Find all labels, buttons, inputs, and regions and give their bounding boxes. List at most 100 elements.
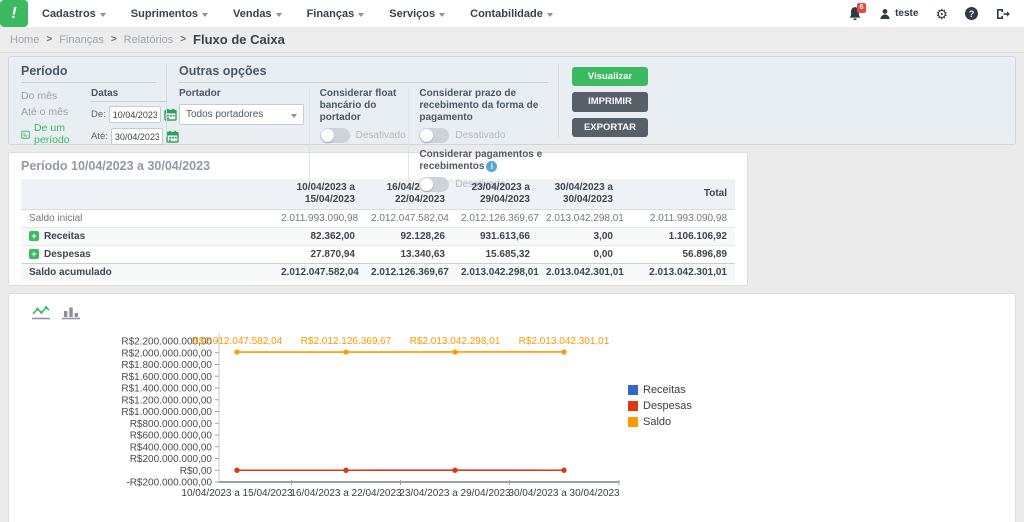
svg-text:R$2.012.047.582,04: R$2.012.047.582,04 (192, 336, 283, 347)
cell-value: 2.013.042.298,01 (453, 264, 538, 282)
info-icon[interactable]: i (486, 161, 497, 172)
legend-item: Saldo (628, 416, 692, 428)
nav-item-finanças[interactable]: Finanças (307, 8, 365, 20)
svg-text:-R$200.000.000,00: -R$200.000.000,00 (126, 478, 212, 489)
legend-item: Receitas (628, 384, 692, 396)
nav-item-serviços[interactable]: Serviços (389, 8, 445, 20)
settings-button[interactable]: ⚙ (935, 7, 948, 21)
cell-value: 92.128,26 (363, 228, 453, 246)
date-to-input[interactable] (111, 128, 163, 145)
chart-panel: R$2.200.000.000,00R$2.000.000.000,00R$1.… (8, 293, 1016, 522)
exportar-button[interactable]: EXPORTAR (572, 118, 648, 137)
logout-button[interactable] (995, 7, 1010, 21)
expand-row-button[interactable]: + (29, 231, 39, 241)
period-option[interactable]: Até o mês (21, 106, 91, 118)
notification-badge: 6 (857, 3, 866, 13)
bar-chart-icon[interactable] (61, 305, 81, 320)
cash-flow-table: 10/04/2023 a 15/04/202316/04/2023 a 22/0… (21, 179, 735, 281)
cell-value: 2.012.047.582,04 (363, 210, 453, 228)
actions-section: Visualizar IMPRIMIR EXPORTAR (558, 64, 663, 137)
svg-text:10/04/2023 a 15/04/2023: 10/04/2023 a 15/04/2023 (181, 488, 293, 499)
svg-text:R$2.013.042.298,01: R$2.013.042.298,01 (410, 336, 501, 347)
portador-column: Portador Todos portadores (179, 88, 309, 192)
other-options-title: Outras opções (179, 64, 548, 83)
pagamentos-toggle[interactable] (419, 177, 449, 192)
period-option[interactable]: Do mês (21, 90, 91, 102)
table-row: Saldo acumulado2.012.047.582,042.012.126… (21, 264, 735, 282)
nav-item-cadastros[interactable]: Cadastros (42, 8, 106, 20)
cell-value: 1.106.106,92 (621, 228, 735, 246)
svg-text:R$0,00: R$0,00 (180, 466, 213, 477)
user-name: teste (895, 8, 918, 19)
expand-row-button[interactable]: + (29, 249, 39, 259)
line-chart-icon[interactable] (31, 305, 51, 320)
breadcrumb-link[interactable]: Relatórios (124, 34, 174, 46)
legend-swatch (628, 385, 638, 395)
cell-value: 931.613,66 (453, 228, 538, 246)
svg-text:R$1.000.000.000,00: R$1.000.000.000,00 (121, 407, 212, 418)
prazo-toggle-label: Considerar prazo de recebimento da forma… (419, 88, 558, 124)
app-logo[interactable]: ! (0, 0, 28, 27)
gear-icon: ⚙ (935, 7, 948, 21)
breadcrumb-link[interactable]: Finanças (59, 34, 104, 46)
svg-text:16/04/2023 a 22/04/2023: 16/04/2023 a 22/04/2023 (290, 488, 402, 499)
portador-selected-value: Todos portadores (186, 109, 263, 120)
prazo-toggle[interactable] (419, 128, 449, 143)
filter-panel: Período Do mês Até o mês De um período Dat… (8, 56, 1016, 145)
main-menu: Cadastros Suprimentos Vendas Finanças Serviç… (42, 8, 553, 20)
cash-flow-chart: R$2.200.000.000,00R$2.000.000.000,00R$1.… (9, 294, 1015, 522)
imprimir-button[interactable]: IMPRIMIR (572, 92, 648, 111)
date-to-label: Até: (91, 131, 108, 142)
legend-item: Despesas (628, 400, 692, 412)
svg-text:R$1.400.000.000,00: R$1.400.000.000,00 (121, 384, 212, 395)
cell-value: 2.013.042.301,01 (621, 264, 735, 282)
legend-swatch (628, 417, 638, 427)
prazo-toggle-column: Considerar prazo de recebimento da forma… (408, 88, 558, 192)
cell-value: 2.012.126.369,67 (453, 210, 538, 228)
period-title: Período (21, 64, 156, 83)
cell-value: 2.011.993.090,98 (621, 210, 735, 228)
cell-value: 15.685,32 (453, 246, 538, 264)
visualizar-button[interactable]: Visualizar (572, 67, 648, 86)
notifications-button[interactable]: 6 (848, 6, 862, 21)
top-navbar: ! Cadastros Suprimentos Vendas Finanças Serv… (0, 0, 1024, 27)
portador-select[interactable]: Todos portadores (179, 104, 304, 125)
cell-value: 13.340,63 (363, 246, 453, 264)
page-title: Fluxo de Caixa (193, 32, 285, 47)
breadcrumb: Home>Finanças>Relatórios>Fluxo de Caixa (0, 27, 1024, 53)
svg-text:23/04/2023 a 29/04/2023: 23/04/2023 a 29/04/2023 (399, 488, 511, 499)
nav-item-contabilidade[interactable]: Contabilidade (470, 8, 553, 20)
help-button[interactable]: ? (965, 7, 978, 20)
chevron-down-icon (439, 13, 445, 17)
row-label: +Receitas (21, 228, 273, 246)
logout-icon (995, 7, 1010, 21)
prazo-toggle-state: Desativado (455, 130, 505, 141)
pagamentos-toggle-label: Considerar pagamentos e recebimentosi (419, 149, 558, 173)
user-icon (879, 8, 891, 20)
legend-swatch (628, 401, 638, 411)
svg-text:R$600.000.000,00: R$600.000.000,00 (130, 431, 213, 442)
cell-value: 2.012.047.582,04 (273, 264, 363, 282)
nav-item-vendas[interactable]: Vendas (233, 8, 282, 20)
nav-item-suprimentos[interactable]: Suprimentos (131, 8, 208, 20)
date-from-input[interactable] (109, 106, 161, 123)
breadcrumb-link[interactable]: Home (10, 34, 39, 46)
other-options-section: Outras opções Portador Todos portadores … (166, 64, 558, 137)
svg-text:R$2.000.000.000,00: R$2.000.000.000,00 (121, 348, 212, 359)
svg-text:R$1.800.000.000,00: R$1.800.000.000,00 (121, 360, 212, 371)
cell-value: 2.013.042.298,01 (538, 210, 621, 228)
period-section: Período Do mêsAté o mêsDe um período Dat… (21, 64, 166, 137)
float-toggle[interactable] (320, 128, 350, 143)
svg-text:R$400.000.000,00: R$400.000.000,00 (130, 442, 213, 453)
float-toggle-column: Considerar float bancário do portador De… (309, 88, 409, 192)
dates-title: Datas (91, 88, 166, 102)
chart-legend: Receitas Despesas Saldo (628, 384, 692, 428)
period-option[interactable]: De um período (21, 122, 91, 146)
user-menu-button[interactable]: teste (879, 8, 918, 20)
cell-value: 2.011.993.090,98 (273, 210, 363, 228)
cell-value: 3,00 (538, 228, 621, 246)
breadcrumb-separator: > (46, 34, 52, 45)
svg-text:30/04/2023 a 30/04/2023: 30/04/2023 a 30/04/2023 (508, 488, 620, 499)
breadcrumb-separator: > (180, 34, 186, 45)
table-row: +Receitas82.362,0092.128,26931.613,663,0… (21, 228, 735, 246)
